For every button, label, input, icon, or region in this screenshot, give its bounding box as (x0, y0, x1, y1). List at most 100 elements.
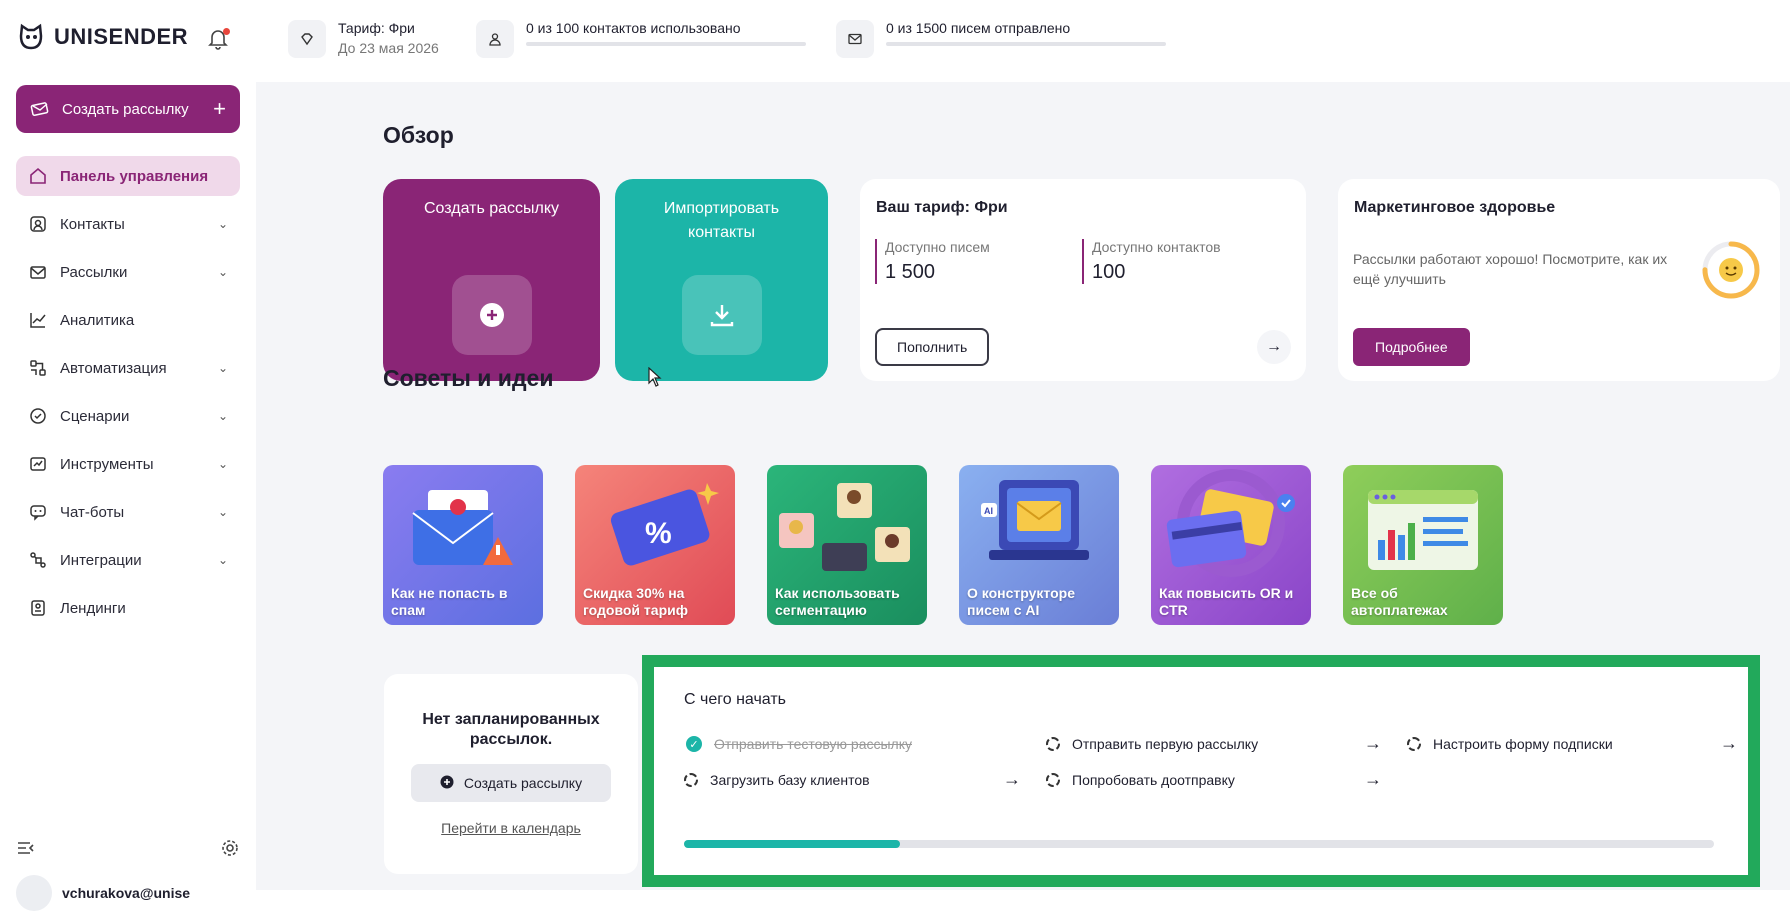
letters-usage-bar (886, 42, 1166, 46)
chart-window-icon (1368, 490, 1478, 570)
letters-usage-text: 0 из 1500 писем отправлено (886, 20, 1071, 36)
chevron-down-icon: ⌄ (217, 409, 228, 423)
schedule-create-label: Создать рассылку (463, 775, 583, 791)
arrow-right-icon[interactable]: → (1257, 330, 1291, 364)
tip-caption: Скидка 30% на годовой тариф (583, 585, 688, 618)
svg-text:%: % (645, 517, 672, 550)
notifications-bell-icon[interactable] (208, 28, 230, 50)
create-campaign-tile-label: Создать рассылку (423, 200, 560, 217)
details-button[interactable]: Подробнее (1353, 328, 1470, 366)
health-title: Маркетинговое здоровье (1354, 199, 1556, 216)
marketing-health-card: Маркетинговое здоровье Рассылки работают… (1338, 179, 1780, 381)
people-segments-icon (779, 483, 910, 571)
tariff-title: Тариф: Фри (338, 20, 415, 36)
sidebar-item-dashboard[interactable]: Панель управления (16, 156, 240, 196)
no-scheduled-text: Нет запланированных рассылок. (422, 711, 600, 748)
sidebar-item-label: Сценарии (60, 407, 130, 425)
logo[interactable]: UNISENDER (16, 22, 188, 52)
integrations-icon (28, 550, 48, 570)
sidebar-item-label: Инструменты (60, 455, 154, 473)
tip-card-spam[interactable]: Как не попасть в спам (383, 465, 543, 625)
tip-caption: Как не попасть в спам (391, 585, 508, 618)
logo-dog-icon (19, 23, 43, 50)
sidebar-item-tools[interactable]: Инструменты ⌄ (16, 444, 240, 484)
mouse-cursor-icon (648, 367, 662, 387)
chevron-down-icon: ⌄ (217, 553, 228, 567)
tip-caption: Все об автоплатежах (1351, 585, 1448, 618)
sidebar-item-campaigns[interactable]: Рассылки ⌄ (16, 252, 240, 292)
collapse-sidebar-icon[interactable] (16, 840, 36, 861)
chevron-down-icon: ⌄ (217, 457, 228, 471)
plus-circle-icon (451, 275, 532, 355)
avatar (16, 875, 52, 911)
import-contacts-tile-label: Импортировать контакты (663, 200, 780, 241)
contacts-available: Доступно контактов 100 (1082, 239, 1221, 284)
create-campaign-button[interactable]: Создать рассылку + (16, 85, 240, 133)
contacts-available-label: Доступно контактов (1092, 239, 1221, 255)
import-contacts-tile[interactable]: Импортировать контакты (615, 179, 828, 381)
smiley-icon (1719, 258, 1743, 282)
chevron-down-icon: ⌄ (217, 217, 228, 231)
sidebar-item-scenarios[interactable]: Сценарии ⌄ (16, 396, 240, 436)
sidebar-item-label: Рассылки (60, 263, 128, 281)
health-text: Рассылки работают хорошо! Посмотрите, ка… (1353, 251, 1668, 287)
create-campaign-tile[interactable]: Создать рассылку (383, 179, 600, 381)
tariff-expiry: До 23 мая 2026 (338, 40, 439, 56)
letters-usage[interactable]: 0 из 1500 писем отправлено (836, 20, 1166, 58)
user-profile[interactable]: vchurakova@unise (16, 875, 190, 911)
envelope-icon (30, 102, 49, 117)
analytics-icon (28, 310, 48, 330)
tip-caption: Как повысить OR и CTR (1159, 585, 1294, 618)
tariff-info[interactable]: Тариф: Фри До 23 мая 2026 (288, 20, 439, 58)
tip-card-discount[interactable]: % Скидка 30% на годовой тариф (575, 465, 735, 625)
sidebar-item-integrations[interactable]: Интеграции ⌄ (16, 540, 240, 580)
scenarios-icon (28, 406, 48, 426)
mail-icon (28, 262, 48, 282)
health-score-ring (1702, 241, 1760, 299)
person-icon (476, 20, 514, 58)
tools-icon (28, 454, 48, 474)
laptop-mail-icon: AI (981, 480, 1089, 560)
sidebar-item-automation[interactable]: Автоматизация ⌄ (16, 348, 240, 388)
letters-available: Доступно писем 1 500 (875, 239, 990, 284)
sidebar-item-chatbots[interactable]: Чат-боты ⌄ (16, 492, 240, 532)
sidebar-item-label: Автоматизация (60, 359, 167, 377)
contacts-usage[interactable]: 0 из 100 контактов использовано (476, 20, 806, 58)
overview-title: Обзор (383, 122, 454, 148)
top-bar: Тариф: Фри До 23 мая 2026 0 из 100 конта… (256, 0, 1790, 82)
envelope-warning-icon (412, 490, 513, 565)
sidebar: UNISENDER Создать рассылку + Панель упра… (0, 0, 256, 911)
diamond-icon (288, 20, 326, 58)
chatbot-icon (28, 502, 48, 522)
tip-card-ai-builder[interactable]: AI О конструкторе писем с AI (959, 465, 1119, 625)
contacts-icon (28, 214, 48, 234)
sidebar-item-label: Интеграции (60, 551, 142, 569)
scheduled-campaigns-card: Нет запланированных рассылок. Создать ра… (384, 674, 638, 874)
tip-card-or-ctr[interactable]: Как повысить OR и CTR (1151, 465, 1311, 625)
chevron-down-icon: ⌄ (217, 505, 228, 519)
download-icon (681, 275, 762, 355)
plus-circle-icon (440, 775, 454, 792)
schedule-create-campaign-button[interactable]: Создать рассылку (411, 764, 611, 802)
chevron-down-icon: ⌄ (217, 265, 228, 279)
calendar-link[interactable]: Перейти в календарь (384, 820, 638, 836)
tip-card-autopay[interactable]: Все об автоплатежах (1343, 465, 1503, 625)
notification-dot (223, 28, 230, 35)
sidebar-footer (16, 838, 240, 863)
top-up-button[interactable]: Пополнить (875, 328, 990, 366)
plan-card: Ваш тариф: Фри Доступно писем 1 500 Дост… (860, 179, 1306, 381)
sidebar-nav: Панель управления Контакты ⌄ Рассылки ⌄ … (16, 156, 240, 636)
credit-cards-icon (1166, 469, 1295, 577)
home-icon (28, 166, 48, 186)
sidebar-item-label: Чат-боты (60, 503, 125, 521)
tip-caption: О конструкторе писем с AI (967, 585, 1075, 618)
create-campaign-label: Создать рассылку (62, 100, 189, 118)
landing-icon (28, 598, 48, 618)
settings-gear-icon[interactable] (220, 838, 240, 863)
tip-caption: Как использовать сегментацию (775, 585, 900, 618)
sidebar-item-label: Панель управления (60, 167, 209, 185)
sidebar-item-analytics[interactable]: Аналитика (16, 300, 240, 340)
tip-card-segmentation[interactable]: Как использовать сегментацию (767, 465, 927, 625)
sidebar-item-contacts[interactable]: Контакты ⌄ (16, 204, 240, 244)
sidebar-item-landings[interactable]: Лендинги (16, 588, 240, 628)
